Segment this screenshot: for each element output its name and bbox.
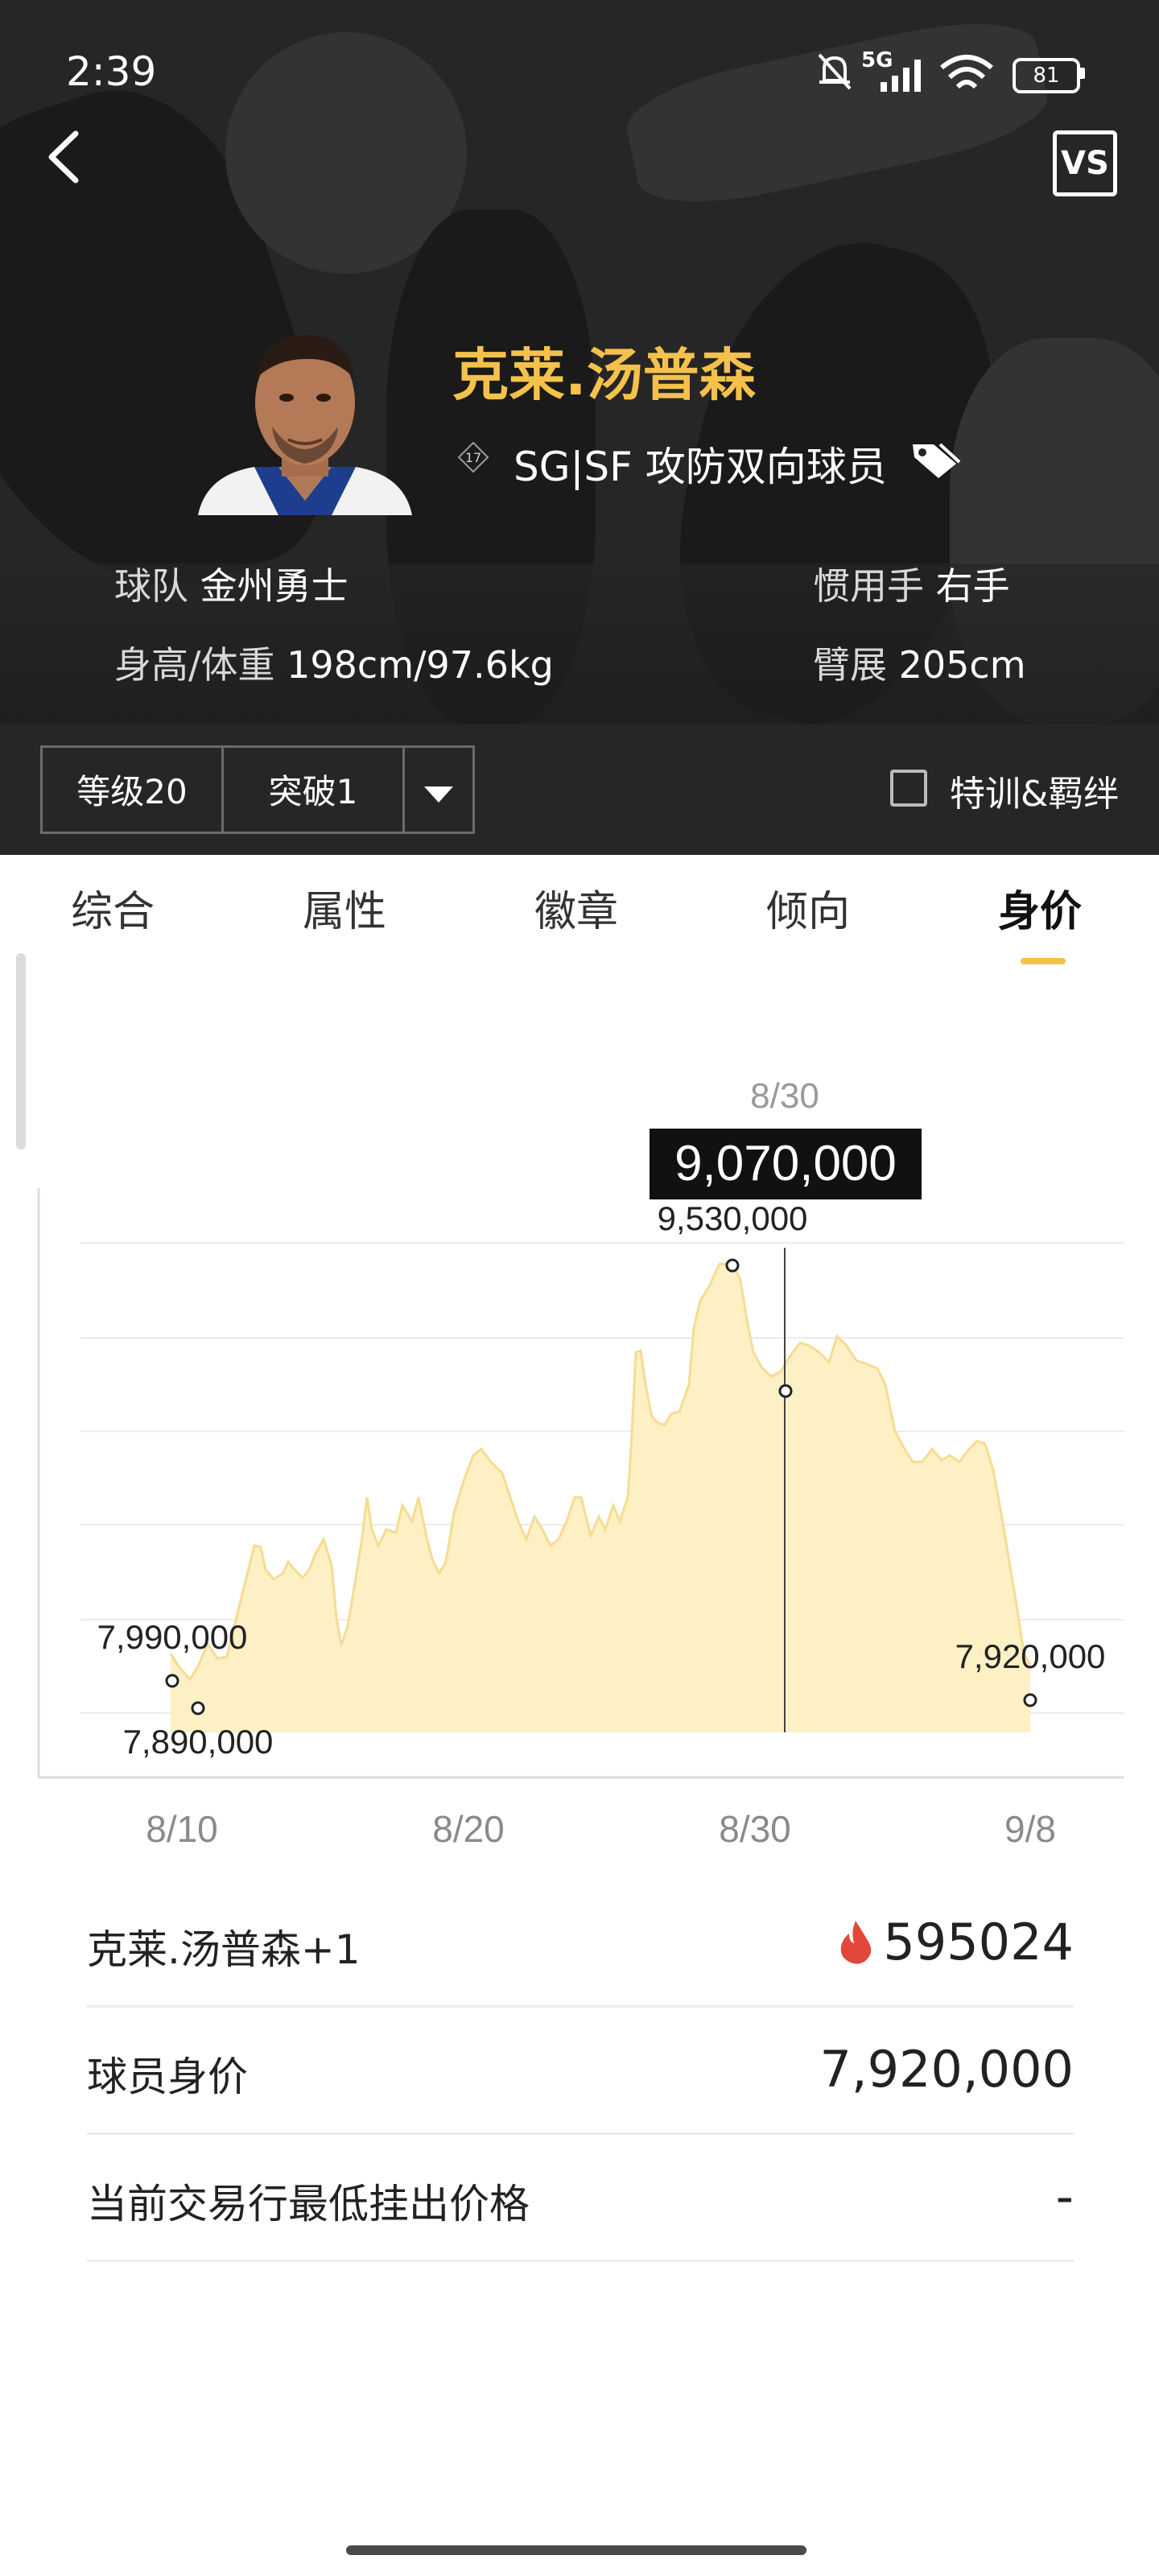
lowest-listing-row: 当前交易行最低挂出价格 - [87,2135,1074,2262]
player-value-label: 球员身价 [87,2054,248,2100]
player-position: SG|SF 攻防双向球员 [514,444,887,490]
team-value: 金州勇士 [200,564,349,608]
body-info: 身高/体重 198cm/97.6kg [114,636,554,689]
wingspan-info: 臂展 205cm [813,636,1026,689]
mute-bell-icon [818,53,852,90]
data-label: 7,920,000 [955,1637,1106,1675]
battery-icon: 81 [1013,58,1080,93]
home-indicator[interactable] [346,2545,806,2555]
x-tick-label: 8/10 [146,1808,218,1850]
training-checkbox-label[interactable]: 特训&羁绊 [950,765,1119,816]
back-arrow-icon[interactable] [43,129,84,185]
team-info: 球队 金州勇士 [114,557,349,610]
level-selector[interactable]: 等级20 [40,745,224,834]
status-bar: 2:39 5G 81 [0,0,1159,145]
data-label: 7,990,000 [97,1618,248,1656]
data-point [191,1701,205,1715]
wifi-icon [940,55,993,89]
status-time: 2:39 [66,48,157,95]
wingspan-label: 臂展 [813,643,887,687]
player-value-number: 7,920,000 [819,2040,1074,2099]
body-label: 身高/体重 [114,643,275,687]
flame-icon [841,1921,872,1964]
crosshair-date: 8/30 [750,1076,819,1116]
tab-tendencies[interactable]: 倾向 [766,877,850,938]
breakthrough-selector[interactable]: 突破1 [221,745,405,834]
x-tick-label: 8/30 [719,1808,791,1850]
hand-value: 右手 [935,564,1010,608]
rank-badge-icon: 17 [457,441,489,473]
player-avatar [198,335,412,515]
popularity-value: 595024 [836,1913,1074,1971]
signal-icon [881,60,921,92]
crosshair-point [778,1384,793,1398]
tab-badges[interactable]: 徽章 [534,877,618,938]
vs-compare-icon[interactable]: VS [1053,130,1117,196]
player-name: 克莱.汤普森 [452,342,756,408]
popularity-label: 克莱.汤普森+1 [87,1926,361,1973]
data-point [725,1258,740,1273]
wingspan-value: 205cm [898,643,1026,687]
tag-icon[interactable] [909,440,961,480]
active-tab-indicator [1021,958,1066,964]
level-dropdown-button[interactable] [402,745,475,834]
dropdown-triangle-icon [424,786,453,803]
data-point [1023,1693,1037,1707]
tab-attributes[interactable]: 属性 [303,877,386,938]
player-value-row: 球员身价 7,920,000 [87,2008,1074,2135]
price-area [171,1264,1030,1732]
lowest-listing-label: 当前交易行最低挂出价格 [87,2181,530,2227]
rank-badge-text: 17 [465,450,481,465]
tab-overview[interactable]: 综合 [71,877,155,938]
popularity-row[interactable]: 克莱.汤普森+1 595024 [87,1880,1074,2008]
tab-value[interactable]: 身价 [998,877,1082,938]
data-label: 7,890,000 [123,1723,274,1761]
tooltip-value: 9,070,000 [674,1136,897,1191]
x-tick-label: 9/8 [1004,1808,1056,1850]
price-chart[interactable]: 8/30 9,070,000 7,990,000 7,890,000 9,530,0… [0,1046,1159,1852]
team-label: 球队 [114,564,188,608]
lowest-listing-value: - [1055,2167,1074,2226]
hand-label: 惯用手 [813,564,924,608]
x-tick-label: 8/20 [432,1808,505,1850]
hand-info: 惯用手 右手 [813,557,1010,610]
body-value: 198cm/97.6kg [287,643,554,687]
training-checkbox[interactable] [890,770,927,807]
data-point [165,1674,179,1688]
data-label: 9,530,000 [658,1199,808,1237]
popularity-number: 595024 [883,1913,1074,1971]
battery-tip [1079,68,1085,79]
